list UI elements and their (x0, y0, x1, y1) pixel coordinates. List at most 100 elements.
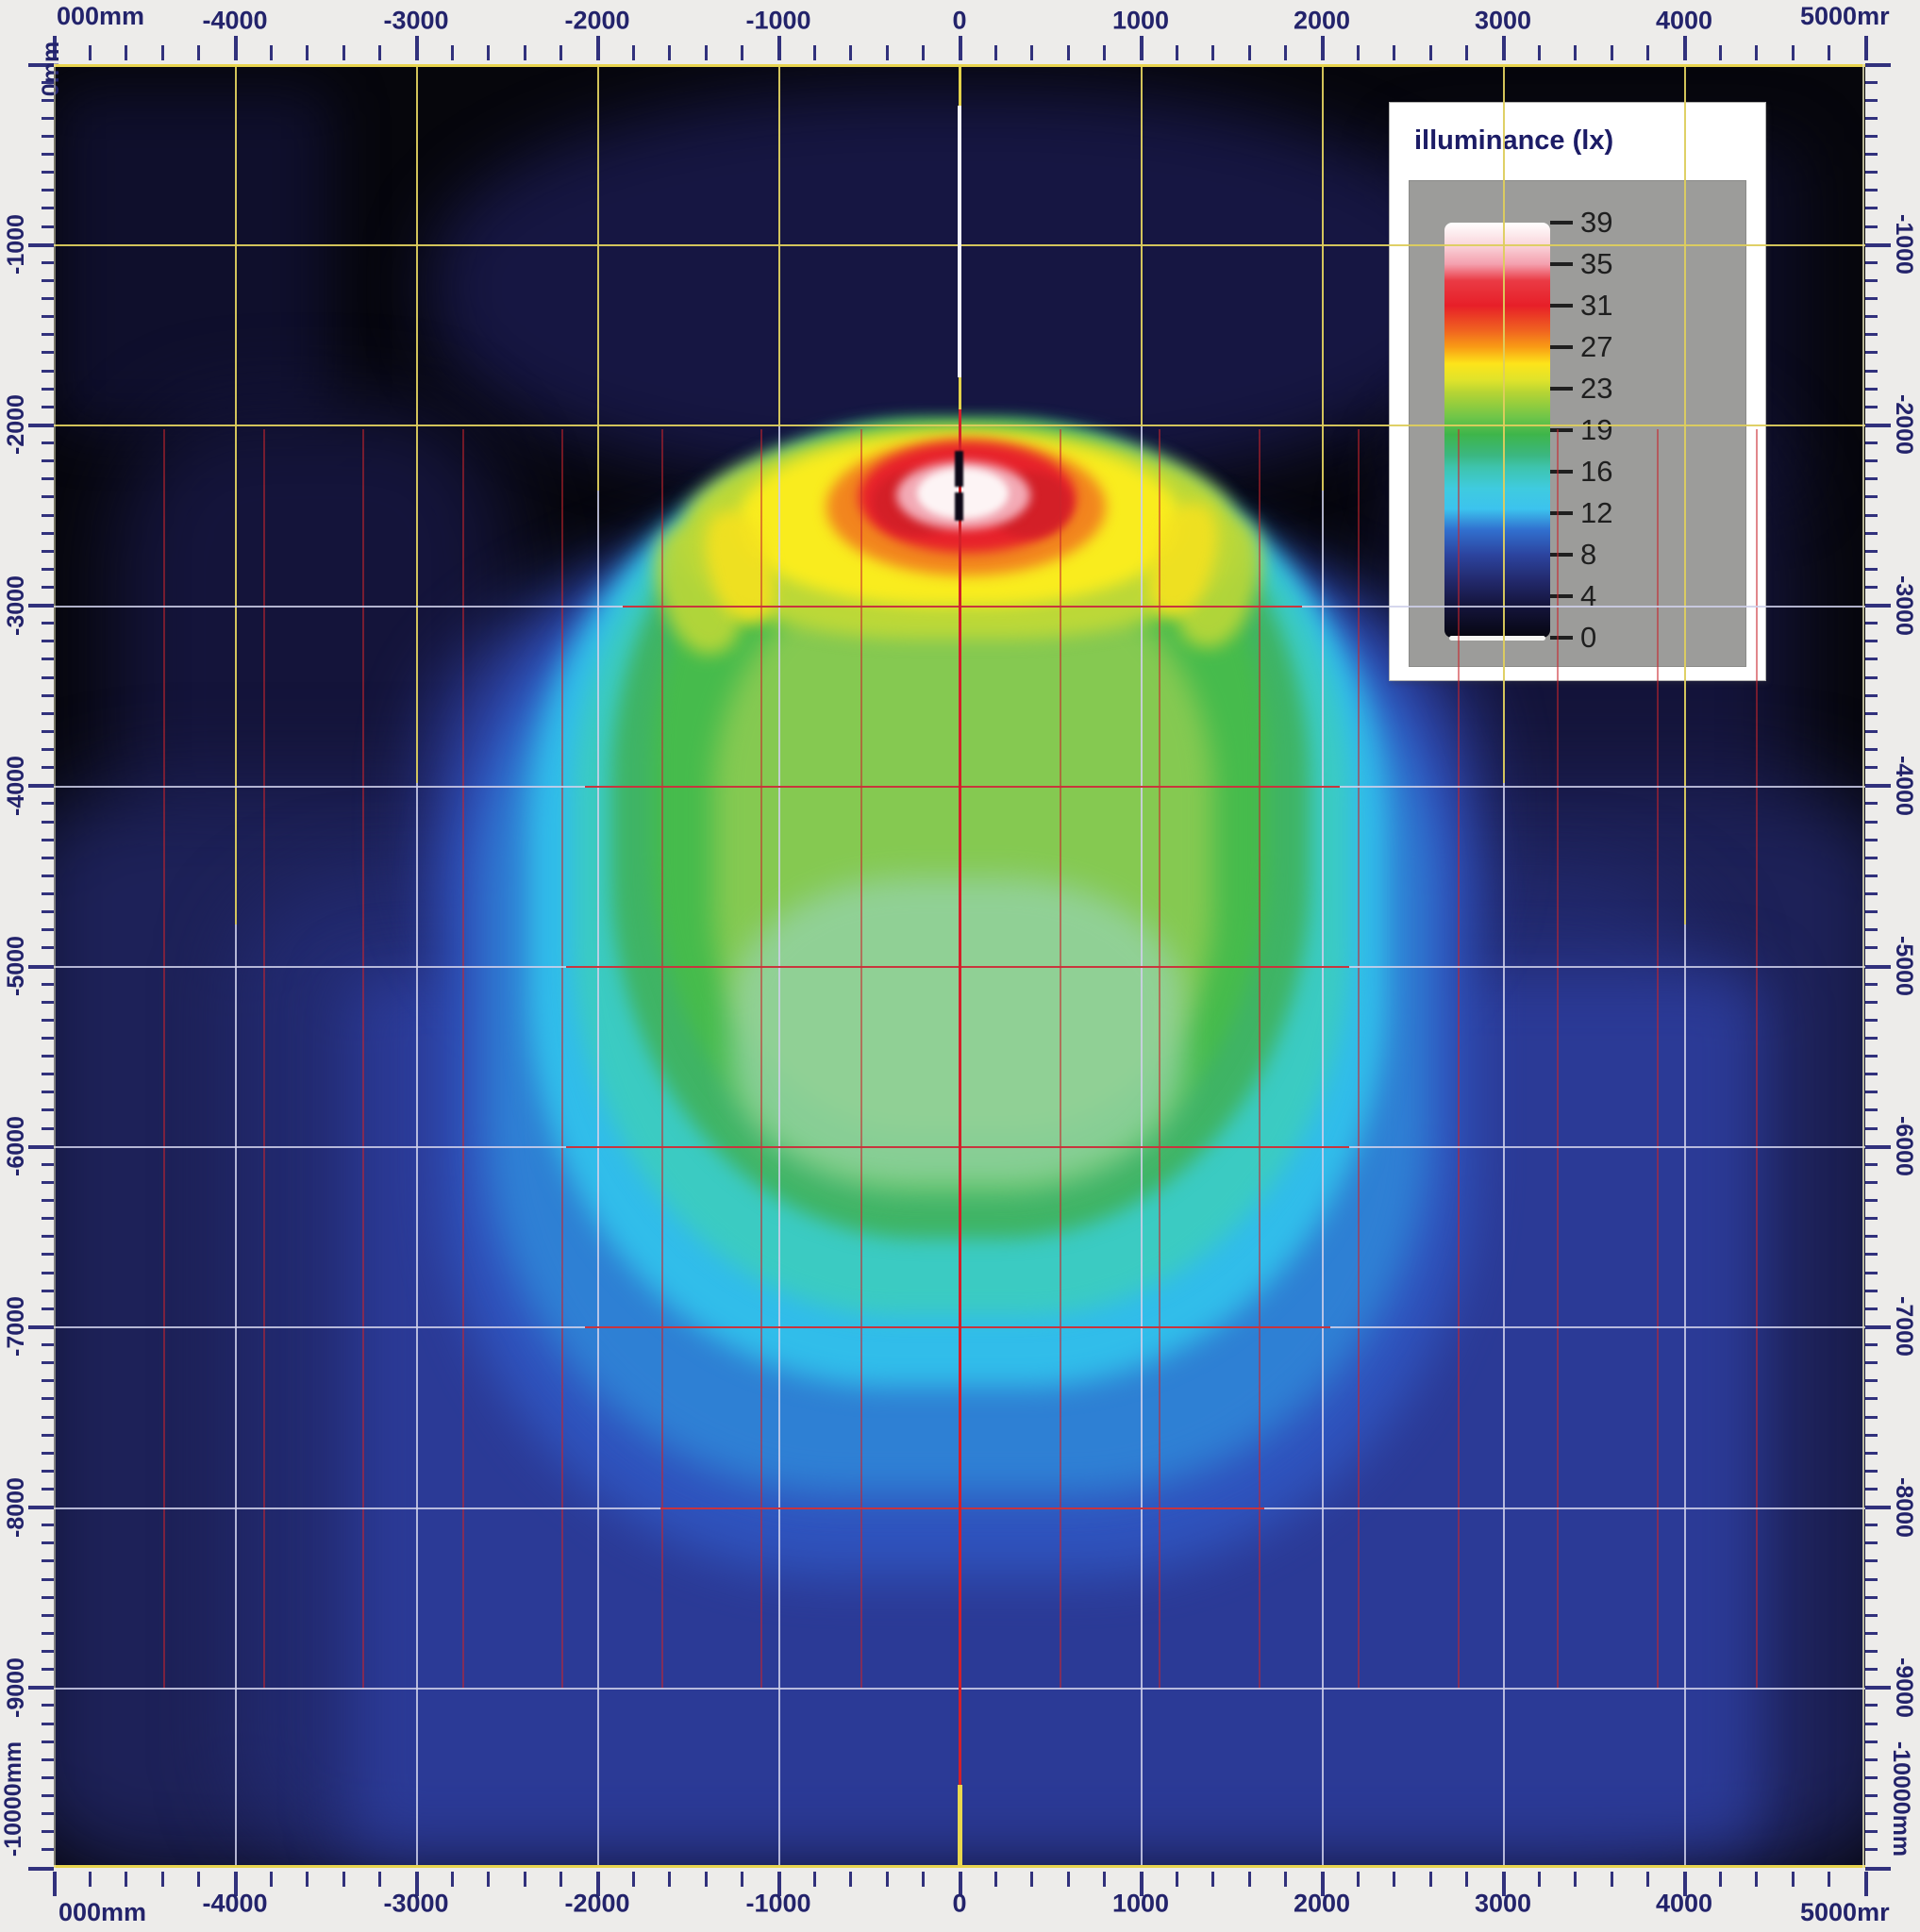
legend-tick-label: 35 (1580, 247, 1612, 281)
heatmap-layer (57, 90, 330, 429)
axis-tick (197, 1872, 200, 1887)
axis-tick-label: -6000 (1893, 1108, 1915, 1184)
axis-tick (1865, 1379, 1878, 1382)
plot-edge-bottom (54, 1865, 1865, 1868)
axis-tick (42, 441, 54, 444)
axis-tick (42, 1776, 54, 1779)
axis-tick (1865, 1055, 1878, 1058)
axis-tick (1865, 117, 1878, 120)
axis-tick (1611, 45, 1613, 60)
axis-tick (1865, 658, 1878, 660)
axis-tick-label: -4000 (202, 7, 267, 36)
axis-tick-label: -9000 (5, 1650, 27, 1725)
axis-tick (1140, 36, 1144, 60)
axis-tick (197, 45, 200, 60)
axis-tick (1865, 946, 1878, 949)
legend-tick-label: 16 (1580, 455, 1612, 489)
axis-tick (1865, 63, 1891, 67)
axis-tick (42, 983, 54, 986)
axis-tick (1865, 1506, 1891, 1509)
axis-tick (42, 1091, 54, 1093)
axis-tick (42, 550, 54, 553)
axis-tick-label: -4000 (5, 748, 27, 824)
axis-tick (1502, 36, 1506, 60)
gridline-vertical (1684, 924, 1686, 1868)
axis-tick (42, 261, 54, 264)
fine-calc-gridline (561, 429, 563, 1689)
legend-tick-label: 39 (1580, 206, 1612, 240)
axis-tick (306, 1872, 309, 1887)
axis-tick-label: -1000 (745, 1890, 810, 1919)
axis-tick (1865, 730, 1878, 733)
axis-tick-label: 2000 (1294, 1890, 1350, 1919)
axis-tick (1865, 1668, 1878, 1671)
axis-tick (1865, 207, 1878, 209)
axis-tick (42, 1452, 54, 1455)
axis-tick (1865, 532, 1878, 535)
gridline-vertical (1503, 64, 1505, 783)
axis-tick (1865, 1452, 1878, 1455)
axis-tick (1865, 1740, 1878, 1743)
axis-tick (1865, 1127, 1878, 1130)
axis-tick (42, 1758, 54, 1761)
axis-tick (1176, 45, 1178, 60)
legend-tick-label: 12 (1580, 496, 1612, 530)
axis-tick-label: -2000 (564, 7, 629, 36)
axis-tick (42, 1272, 54, 1274)
plot-edge-top (54, 64, 1865, 67)
axis-tick (1865, 1290, 1878, 1292)
axis-tick (813, 1872, 816, 1887)
axis-tick (42, 532, 54, 535)
axis-tick (1284, 45, 1287, 60)
axis-tick (1865, 1776, 1878, 1779)
legend-title: illuminance (lx) (1414, 125, 1613, 157)
axis-tick (42, 694, 54, 697)
axis-tick (28, 1145, 54, 1149)
axis-tick (1321, 36, 1325, 60)
fine-calc-gridline (661, 429, 663, 1689)
axis-tick (1865, 550, 1878, 553)
axis-tick (1865, 766, 1878, 769)
axis-tick (1792, 45, 1795, 60)
axis-tick (42, 1343, 54, 1346)
axis-tick (42, 1290, 54, 1292)
axis-tick (1865, 1091, 1878, 1093)
axis-tick (1865, 388, 1878, 391)
axis-tick (42, 1217, 54, 1220)
axis-tick (42, 622, 54, 625)
legend-colorbar (1444, 223, 1550, 638)
axis-tick (668, 45, 671, 60)
axis-tick (42, 351, 54, 354)
legend-tick (1550, 428, 1573, 432)
axis-tick (42, 928, 54, 931)
axis-tick (306, 45, 309, 60)
axis-tick (1429, 45, 1432, 60)
axis-tick (1865, 297, 1878, 300)
axis-tick (42, 225, 54, 228)
axis-tick (1865, 1145, 1891, 1149)
axis-tick (125, 1872, 127, 1887)
axis-tick (42, 1470, 54, 1473)
axis-tick (1865, 1325, 1891, 1329)
hotspot-slit (955, 451, 963, 487)
axis-tick (1865, 712, 1878, 715)
axis-tick-label: -2000 (1893, 387, 1915, 462)
legend-tick (1550, 304, 1573, 308)
axis-tick (42, 1541, 54, 1544)
axis-tick (1865, 892, 1878, 895)
axis-tick (741, 1872, 743, 1887)
axis-tick (1865, 857, 1878, 859)
axis-tick (1865, 1830, 1878, 1833)
axis-tick (1719, 45, 1722, 60)
legend-tick-label: 0 (1580, 621, 1596, 655)
axis-tick (1865, 604, 1891, 608)
axis-tick (1865, 586, 1878, 589)
axis-tick (1465, 45, 1468, 60)
axis-tick (1646, 1872, 1649, 1887)
axis-tick (886, 1872, 889, 1887)
axis-tick (1865, 279, 1878, 282)
axis-tick (42, 857, 54, 859)
axis-tick (270, 45, 273, 60)
axis-tick (42, 495, 54, 498)
axis-tick (1865, 153, 1878, 156)
